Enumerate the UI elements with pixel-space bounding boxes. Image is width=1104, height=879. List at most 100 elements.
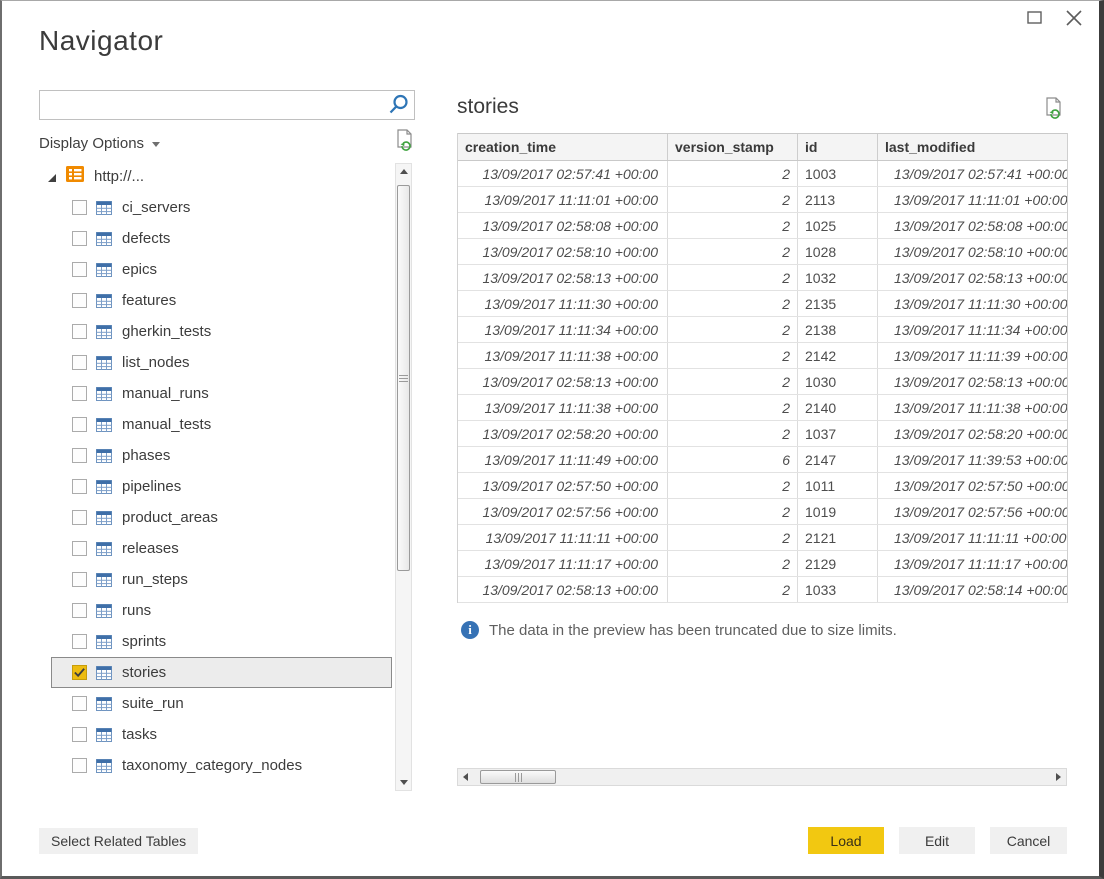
scroll-down-arrow[interactable] [396,775,411,790]
tree-item[interactable]: suite_run [51,688,392,719]
refresh-tree-icon[interactable] [395,129,415,157]
cell-version-stamp: 2 [668,421,798,446]
cell-version-stamp: 2 [668,291,798,316]
tree-item[interactable]: epics [51,254,392,285]
table-icon [96,201,112,215]
checkbox[interactable] [72,417,87,432]
checkbox[interactable] [72,386,87,401]
tree-item[interactable]: defects [51,223,392,254]
tree-item-label: defects [122,230,170,247]
table-icon [96,604,112,618]
tree-item[interactable]: runs [51,595,392,626]
tree-item[interactable]: phases [51,440,392,471]
scrollbar-thumb[interactable] [480,770,556,784]
checkbox[interactable] [72,634,87,649]
checkbox[interactable] [72,510,87,525]
preview-horizontal-scrollbar[interactable] [457,768,1067,786]
table-row: 13/09/2017 11:11:17 +00:00 2 2129 13/09/… [458,551,1067,577]
close-button[interactable] [1061,9,1087,31]
cell-last-modified: 13/09/2017 02:58:08 +00:00 [878,213,1067,238]
checkbox[interactable] [72,293,87,308]
cell-id: 1011 [798,473,878,498]
search-input[interactable] [40,91,386,119]
cell-version-stamp: 2 [668,395,798,420]
display-options-row: Display Options [39,131,415,155]
cell-creation-time: 13/09/2017 02:58:08 +00:00 [458,213,668,238]
checkbox[interactable] [72,324,87,339]
checkbox[interactable] [72,727,87,742]
tree-item[interactable]: product_areas [51,502,392,533]
tree-item[interactable]: run_steps [51,564,392,595]
checkbox[interactable] [72,448,87,463]
tree-item[interactable]: ci_servers [51,192,392,223]
scrollbar-thumb[interactable] [397,185,410,571]
tree-item[interactable]: list_nodes [51,347,392,378]
checkbox[interactable] [72,665,87,680]
tree-item[interactable]: releases [51,533,392,564]
checkbox[interactable] [72,479,87,494]
checkbox[interactable] [72,262,87,277]
maximize-button[interactable] [1021,9,1047,31]
checkbox[interactable] [72,603,87,618]
column-header-last-modified: last_modified [878,134,1067,160]
cell-last-modified: 13/09/2017 02:58:14 +00:00 [878,577,1067,602]
tree-item-label: runs [122,602,151,619]
table-icon [96,418,112,432]
tree-item-label: sprints [122,633,166,650]
tree-item[interactable]: features [51,285,392,316]
tree-item[interactable]: taxonomy_category_nodes [51,750,392,781]
cell-version-stamp: 2 [668,577,798,602]
tree-root[interactable]: http://... [39,161,394,192]
tree-item[interactable]: gherkin_tests [51,316,392,347]
cell-creation-time: 13/09/2017 11:11:17 +00:00 [458,551,668,576]
checkbox[interactable] [72,696,87,711]
preview-table-header: creation_time version_stamp id last_modi… [458,133,1067,161]
tree-item[interactable]: tasks [51,719,392,750]
preview-table: creation_time version_stamp id last_modi… [457,133,1068,603]
tree-item-label: ci_servers [122,199,190,216]
tree-item[interactable]: manual_tests [51,409,392,440]
table-row: 13/09/2017 02:58:10 +00:00 2 1028 13/09/… [458,239,1067,265]
tree-item[interactable]: manual_runs [51,378,392,409]
cell-last-modified: 13/09/2017 11:11:01 +00:00 [878,187,1067,212]
cell-creation-time: 13/09/2017 02:58:13 +00:00 [458,577,668,602]
table-icon [96,759,112,773]
scroll-right-arrow[interactable] [1051,769,1066,785]
refresh-preview-icon[interactable] [1044,97,1064,125]
tree-item[interactable]: sprints [51,626,392,657]
checkbox[interactable] [72,758,87,773]
edit-button[interactable]: Edit [899,827,975,854]
cell-id: 2113 [798,187,878,212]
navigator-dialog: Navigator Display Options [0,0,1104,879]
tree-item-label: pipelines [122,478,181,495]
tree-item[interactable]: stories [51,657,392,688]
search-box [39,90,415,120]
cell-last-modified: 13/09/2017 11:39:53 +00:00 [878,447,1067,472]
table-icon [96,542,112,556]
checkbox[interactable] [72,231,87,246]
load-button[interactable]: Load [808,827,884,854]
cell-last-modified: 13/09/2017 11:11:11 +00:00 [878,525,1067,550]
tree-item-label: product_areas [122,509,218,526]
table-icon [96,480,112,494]
tree-item-label: phases [122,447,170,464]
scroll-left-arrow[interactable] [458,769,473,785]
cell-id: 2138 [798,317,878,342]
checkbox[interactable] [72,200,87,215]
checkbox[interactable] [72,541,87,556]
search-icon[interactable] [386,93,410,117]
table-row: 13/09/2017 11:11:38 +00:00 2 2140 13/09/… [458,395,1067,421]
checkbox[interactable] [72,572,87,587]
table-icon [96,511,112,525]
cell-last-modified: 13/09/2017 02:57:41 +00:00 [878,161,1067,186]
select-related-tables-button[interactable]: Select Related Tables [39,828,198,854]
tree-item[interactable]: pipelines [51,471,392,502]
checkbox[interactable] [72,355,87,370]
cancel-button[interactable]: Cancel [990,827,1067,854]
collapse-triangle-icon[interactable] [46,171,58,183]
tree-vertical-scrollbar[interactable] [395,163,412,791]
scroll-up-arrow[interactable] [396,164,411,179]
cell-version-stamp: 2 [668,317,798,342]
display-options-dropdown[interactable]: Display Options [39,135,144,152]
table-icon [96,573,112,587]
